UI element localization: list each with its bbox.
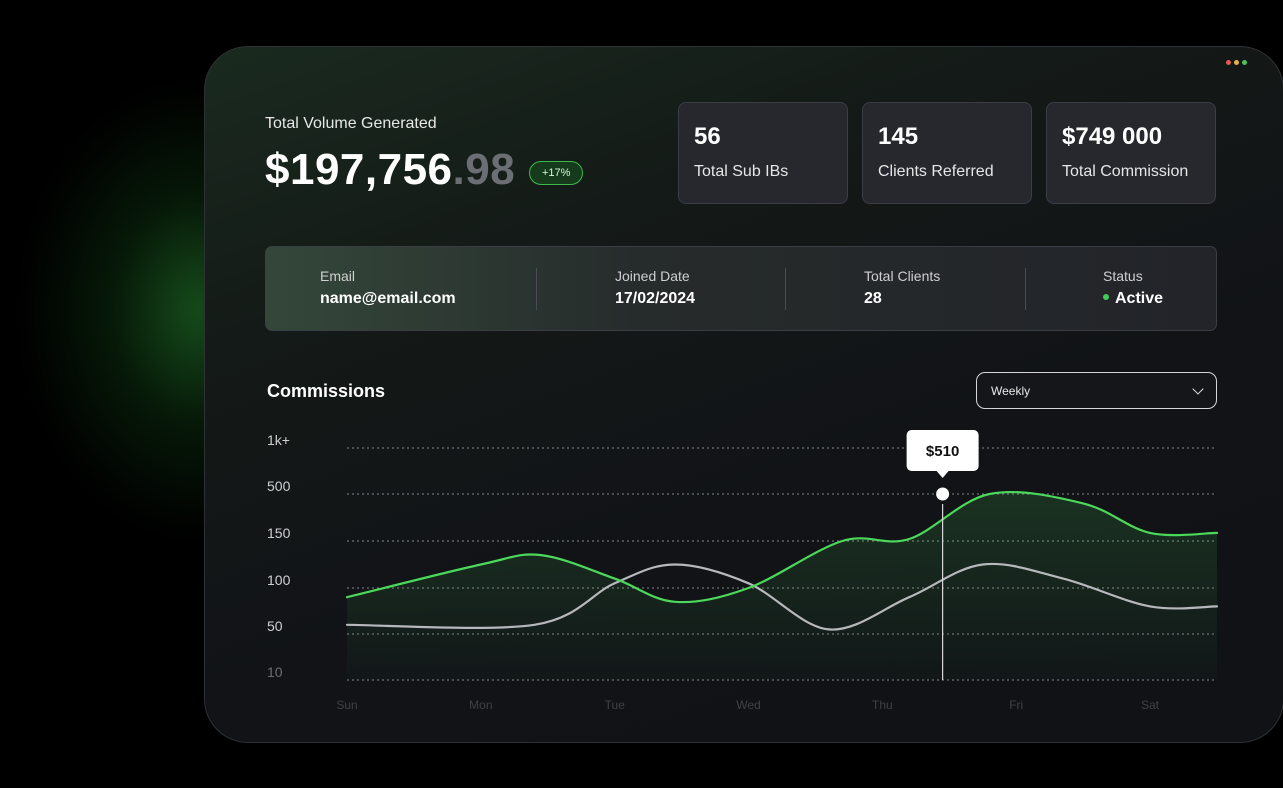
x-tick-label: Fri xyxy=(1009,698,1023,712)
x-tick-label: Mon xyxy=(469,698,492,712)
y-tick-label: 50 xyxy=(267,618,283,634)
y-tick-label: 100 xyxy=(267,572,291,588)
highlight-point xyxy=(936,487,950,501)
y-tick-label: 10 xyxy=(267,664,283,680)
x-tick-label: Thu xyxy=(872,698,893,712)
tooltip-label: $510 xyxy=(926,443,959,460)
y-tick-label: 500 xyxy=(267,478,291,494)
x-tick-label: Sat xyxy=(1141,698,1160,712)
x-tick-label: Wed xyxy=(736,698,760,712)
dashboard-window: Total Volume Generated $197,756.98 +17% … xyxy=(204,46,1283,743)
commissions-chart: 10 50 100 150 500 1k+ Sun Mon Tue Wed Thu Fri Sat $… xyxy=(267,430,1219,712)
y-tick-label: 150 xyxy=(267,525,291,541)
x-tick-label: Tue xyxy=(605,698,626,712)
tooltip-pointer xyxy=(936,471,949,478)
x-tick-label: Sun xyxy=(336,698,357,712)
y-tick-label: 1k+ xyxy=(267,432,290,448)
